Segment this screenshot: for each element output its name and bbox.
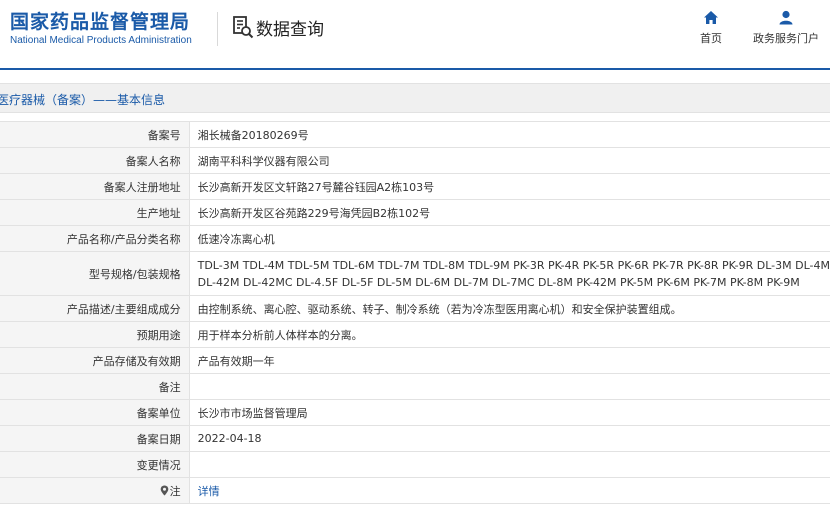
table-row: 生产地址 长沙高新开发区谷苑路229号海凭园B2栋102号	[0, 199, 830, 226]
logo-divider	[217, 12, 218, 46]
table-row: 备注	[0, 373, 830, 400]
nav-home-label: 首页	[700, 32, 722, 45]
field-label: 型号规格/包装规格	[0, 251, 190, 296]
field-value	[189, 451, 830, 478]
nav-home[interactable]: 首页	[696, 10, 726, 46]
nav-service-portal[interactable]: 政务服务门户	[750, 10, 822, 46]
table-row: 备案人名称 湖南平科科学仪器有限公司	[0, 147, 830, 174]
field-label: 备案号	[0, 121, 190, 148]
field-label: 备案人注册地址	[0, 173, 190, 200]
details-link[interactable]: 详情	[198, 485, 220, 498]
table-row: 备案单位 长沙市市场监督管理局	[0, 399, 830, 426]
header-divider	[0, 68, 830, 70]
field-value: 长沙高新开发区文轩路27号麓谷钰园A2栋103号	[189, 173, 830, 200]
nav-portal-label: 政务服务门户	[753, 32, 819, 45]
field-value	[189, 373, 830, 400]
map-pin-icon	[160, 485, 168, 495]
table-row: 备案号 湘长械备20180269号	[0, 121, 830, 148]
logo-title-en[interactable]: National Medical Products Administration	[10, 35, 192, 46]
table-row: 型号规格/包装规格 TDL-3M TDL-4M TDL-5M TDL-6M TD…	[0, 251, 830, 296]
field-value: 长沙高新开发区谷苑路229号海凭园B2栋102号	[189, 199, 830, 226]
table-row: 预期用途 用于样本分析前人体样本的分离。	[0, 321, 830, 348]
field-value: 长沙市市场监督管理局	[189, 399, 830, 426]
field-label: 注	[0, 477, 190, 504]
field-value: 产品有效期一年	[189, 347, 830, 374]
model-list-line-1: TDL-3M TDL-4M TDL-5M TDL-6M TDL-7M TDL-8…	[197, 258, 830, 272]
table-row: 备案人注册地址 长沙高新开发区文轩路27号麓谷钰园A2栋103号	[0, 173, 830, 200]
search-document-icon	[233, 16, 254, 39]
field-label: 备案日期	[0, 425, 190, 452]
field-value: 详情	[189, 477, 830, 504]
field-value: 用于样本分析前人体样本的分离。	[189, 321, 830, 348]
field-label: 产品名称/产品分类名称	[0, 225, 190, 252]
table-row: 注 详情	[0, 477, 830, 504]
breadcrumb: 医疗器械（备案）——基本信息	[0, 83, 830, 113]
home-icon	[704, 11, 718, 24]
site-header: 国家药品监督管理局 National Medical Products Admi…	[0, 0, 830, 68]
record-detail-table: 备案号 湘长械备20180269号 备案人名称 湖南平科科学仪器有限公司 备案人…	[0, 121, 830, 504]
field-value: 湖南平科科学仪器有限公司	[189, 147, 830, 174]
field-value: 由控制系统、离心腔、驱动系统、转子、制冷系统（若为冷冻型医用离心机）和安全保护装…	[189, 295, 830, 322]
field-label: 备案人名称	[0, 147, 190, 174]
page-heading: 数据查询	[256, 20, 324, 40]
table-row: 产品存储及有效期 产品有效期一年	[0, 347, 830, 374]
field-label: 变更情况	[0, 451, 190, 478]
field-label: 预期用途	[0, 321, 190, 348]
table-row: 产品名称/产品分类名称 低速冷冻离心机	[0, 225, 830, 252]
field-label: 生产地址	[0, 199, 190, 226]
field-label: 产品存储及有效期	[0, 347, 190, 374]
field-label: 备注	[0, 373, 190, 400]
field-value: 低速冷冻离心机	[189, 225, 830, 252]
field-value: TDL-3M TDL-4M TDL-5M TDL-6M TDL-7M TDL-8…	[189, 251, 830, 296]
table-row: 变更情况	[0, 451, 830, 478]
note-label: 注	[169, 484, 181, 498]
field-value: 湘长械备20180269号	[189, 121, 830, 148]
field-label: 产品描述/主要组成成分	[0, 295, 190, 322]
breadcrumb-text: 医疗器械（备案）——基本信息	[0, 93, 166, 107]
user-icon	[779, 10, 793, 25]
field-label: 备案单位	[0, 399, 190, 426]
model-list-line-2: DL-42M DL-42MC DL-4.5F DL-5F DL-5M DL-6M…	[197, 275, 800, 289]
table-row: 产品描述/主要组成成分 由控制系统、离心腔、驱动系统、转子、制冷系统（若为冷冻型…	[0, 295, 830, 322]
field-value: 2022-04-18	[189, 425, 830, 452]
logo-title-cn[interactable]: 国家药品监督管理局	[10, 7, 190, 34]
table-row: 备案日期 2022-04-18	[0, 425, 830, 452]
